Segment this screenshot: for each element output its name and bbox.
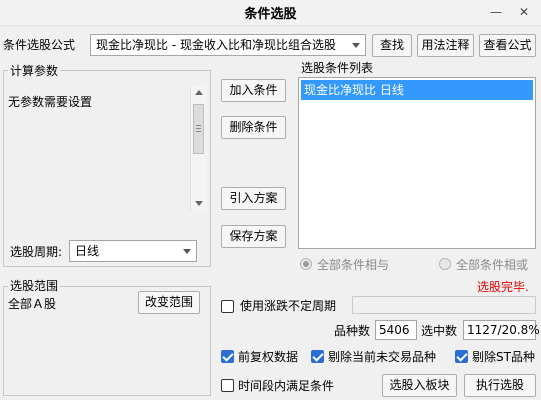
minimize-icon[interactable]: — bbox=[488, 5, 504, 19]
change-scope-button[interactable]: 改变范围 bbox=[138, 291, 200, 314]
scope-group-label: 选股范围 bbox=[8, 279, 61, 293]
formula-select[interactable]: 现金比净现比 - 现金收入比和净现比组合选股 bbox=[90, 34, 366, 56]
exclude-st-label: 剔除ST品种 bbox=[472, 350, 535, 364]
condition-list-label: 选股条件列表 bbox=[301, 61, 374, 75]
params-text: 无参数需要设置 bbox=[8, 95, 93, 109]
window-title: 条件选股 bbox=[244, 7, 297, 22]
irregular-period-label: 使用涨跌不定周期 bbox=[240, 299, 337, 313]
period-label: 选股周期: bbox=[10, 245, 63, 259]
period-select[interactable]: 日线 bbox=[69, 240, 197, 262]
count-field: 5406 bbox=[375, 320, 417, 340]
and-radio-label: 全部条件相与 bbox=[317, 258, 390, 272]
condition-list[interactable]: 现金比净现比 日线 bbox=[298, 77, 536, 249]
time-range-checkbox[interactable] bbox=[221, 379, 234, 392]
add-to-board-button[interactable]: 选股入板块 bbox=[382, 374, 457, 397]
import-scheme-button[interactable]: 引入方案 bbox=[221, 187, 286, 210]
close-icon[interactable]: ✕ bbox=[516, 5, 532, 19]
exclude-st-checkbox[interactable] bbox=[455, 350, 468, 363]
scroll-down-icon[interactable] bbox=[195, 201, 203, 206]
period-selected-value: 日线 bbox=[75, 244, 100, 258]
view-formula-button[interactable]: 查看公式 bbox=[479, 34, 536, 57]
or-radio[interactable] bbox=[439, 258, 451, 270]
save-scheme-button[interactable]: 保存方案 bbox=[221, 225, 286, 248]
selected-count-label: 选中数 bbox=[421, 324, 458, 338]
adjusted-data-checkbox[interactable] bbox=[221, 350, 234, 363]
scroll-thumb[interactable] bbox=[193, 104, 204, 154]
or-radio-label: 全部条件相或 bbox=[456, 258, 529, 272]
progress-bar bbox=[352, 296, 536, 314]
run-selection-button[interactable]: 执行选股 bbox=[464, 374, 536, 397]
params-scrollbar[interactable] bbox=[190, 86, 206, 211]
formula-selected-value: 现金比净现比 - 现金收入比和净现比组合选股 bbox=[96, 38, 336, 52]
chevron-down-icon bbox=[352, 43, 360, 48]
status-text: 选股完毕. bbox=[477, 280, 529, 294]
irregular-period-checkbox[interactable] bbox=[221, 300, 234, 313]
add-condition-button[interactable]: 加入条件 bbox=[221, 79, 286, 102]
exclude-untraded-label: 剔除当前未交易品种 bbox=[328, 350, 437, 364]
scope-value: 全部Ａ股 bbox=[8, 297, 57, 311]
params-group-label: 计算参数 bbox=[8, 64, 61, 78]
exclude-untraded-checkbox[interactable] bbox=[311, 350, 324, 363]
count-label: 品种数 bbox=[334, 324, 371, 338]
selected-count-field: 1127/20.8% bbox=[463, 320, 540, 340]
scroll-up-icon[interactable] bbox=[195, 90, 203, 95]
find-button[interactable]: 查找 bbox=[372, 34, 412, 57]
and-radio[interactable] bbox=[300, 258, 312, 270]
time-range-label: 时间段内满足条件 bbox=[238, 379, 335, 393]
usage-notes-button[interactable]: 用法注释 bbox=[417, 34, 474, 57]
chevron-down-icon bbox=[183, 249, 191, 254]
formula-label: 条件选股公式 bbox=[3, 38, 76, 52]
delete-condition-button[interactable]: 删除条件 bbox=[221, 116, 286, 139]
list-item[interactable]: 现金比净现比 日线 bbox=[301, 80, 533, 100]
adjusted-data-label: 前复权数据 bbox=[238, 350, 299, 364]
